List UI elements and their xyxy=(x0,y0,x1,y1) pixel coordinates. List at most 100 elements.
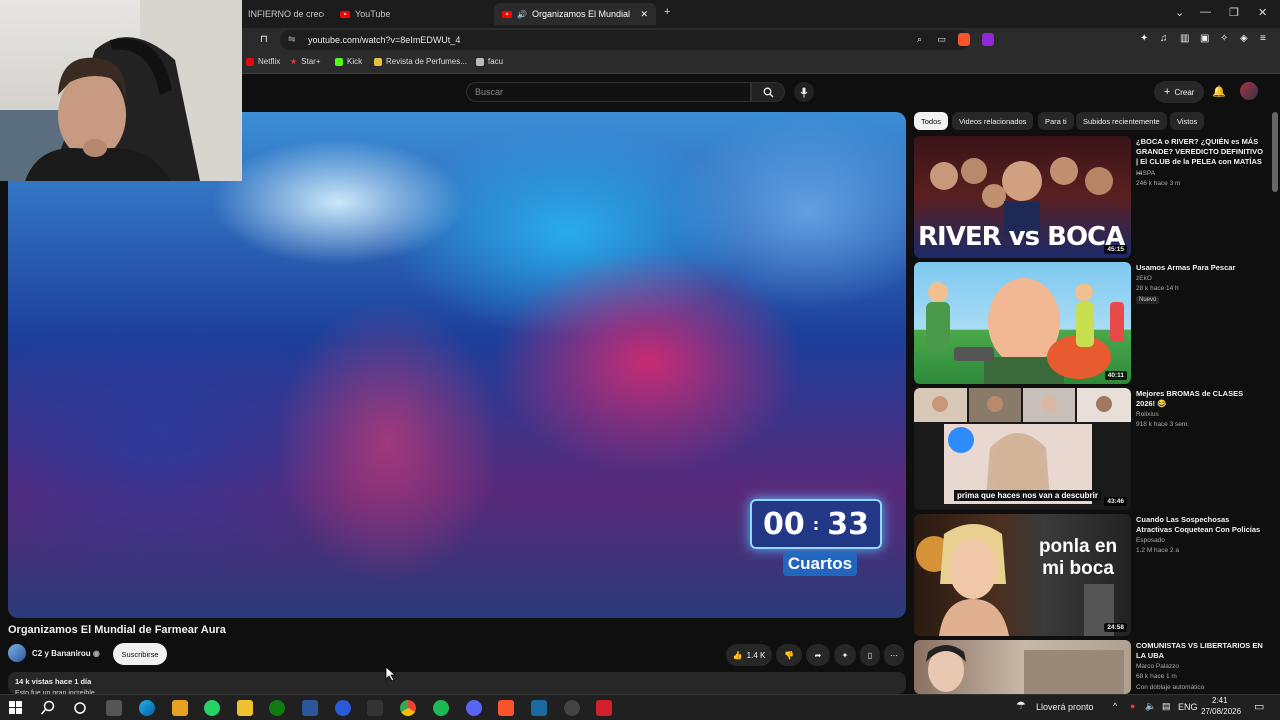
epic-games-icon[interactable] xyxy=(367,700,383,716)
gamepad-icon[interactable] xyxy=(106,700,122,716)
chrome-icon[interactable] xyxy=(400,700,416,716)
cortana-icon[interactable] xyxy=(73,701,87,715)
app-icon[interactable] xyxy=(596,700,612,716)
brave-shield-icon[interactable] xyxy=(958,33,970,46)
clock-time[interactable]: 2:41 xyxy=(1212,696,1228,705)
leo-icon[interactable]: ✧ xyxy=(1220,33,1228,44)
search-input[interactable]: Buscar xyxy=(466,82,751,102)
whatsapp-icon[interactable] xyxy=(204,700,220,716)
dislike-button[interactable]: 👎 xyxy=(776,644,802,666)
file-explorer-icon[interactable] xyxy=(237,700,253,716)
bookmark-icon[interactable]: ⊓ xyxy=(260,34,268,45)
sidebar-icon[interactable]: ▥ xyxy=(1180,33,1189,44)
weather-text[interactable]: Lloverá pronto xyxy=(1036,702,1094,712)
video-player[interactable]: 00 : 33 Cuartos xyxy=(8,112,906,618)
thumbnail-video-2[interactable]: 40:11 xyxy=(914,262,1131,384)
bookmark-kick[interactable]: Kick xyxy=(335,57,362,66)
input-language[interactable]: ENG xyxy=(1178,702,1198,712)
create-button[interactable]: + Crear xyxy=(1154,81,1205,103)
sidebar-video-title[interactable]: ¿BOCA o RIVER? ¿QUIÉN es MÁS GRANDE? VER… xyxy=(1136,137,1264,177)
duration-badge: 45:15 xyxy=(1104,245,1127,254)
extensions-icon[interactable]: ✦ xyxy=(1140,33,1148,44)
description-box[interactable]: 14 k vistas hace 1 día xyxy=(8,672,906,694)
bookmark-netflix[interactable]: Netflix xyxy=(246,57,280,66)
sidebar-video-channel[interactable]: HISPA xyxy=(1136,169,1155,179)
music-icon[interactable]: ♫ xyxy=(1160,33,1168,44)
like-button[interactable]: 👍 1.4 K xyxy=(726,644,772,666)
tray-chevron-icon[interactable]: ^ xyxy=(1113,701,1117,711)
windows-start-icon[interactable] xyxy=(9,701,23,715)
brave-icon[interactable] xyxy=(498,700,514,716)
bookmark-label: Star+ xyxy=(301,57,321,66)
sidebar-video-title[interactable]: Cuando Las Sospechosas Atractivas Coquet… xyxy=(1136,515,1264,535)
edge-icon[interactable] xyxy=(139,700,155,716)
close-icon[interactable]: ✕ xyxy=(640,9,648,20)
subscribe-button[interactable]: Suscribirse xyxy=(113,643,167,665)
menu-icon[interactable]: ≡ xyxy=(1260,33,1266,44)
network-icon[interactable]: ▤ xyxy=(1162,701,1171,712)
fl-studio-icon[interactable] xyxy=(172,700,188,716)
thumbnail-video-3[interactable]: prima que haces nos van a descubrir 43:4… xyxy=(914,388,1131,510)
share-button[interactable]: ➦ xyxy=(806,644,830,666)
obs-icon[interactable] xyxy=(564,700,580,716)
save-button[interactable]: ▯ xyxy=(860,644,880,666)
chip-watched[interactable]: Vistos xyxy=(1170,112,1205,130)
avatar[interactable] xyxy=(1240,82,1258,100)
search-button[interactable] xyxy=(751,82,785,102)
tab-active-video[interactable]: 🔊 Organizamos El Mundial de F ✕ xyxy=(494,3,656,25)
sidebar-video-channel[interactable]: Esposado xyxy=(1136,536,1165,546)
vpn-icon[interactable]: ◈ xyxy=(1240,33,1248,44)
spotify-icon[interactable] xyxy=(433,700,449,716)
tab-infierno[interactable]: INFIERNO de crecer e xyxy=(240,3,324,25)
notification-center-icon[interactable]: ▭ xyxy=(1254,700,1264,713)
new-tab-button[interactable]: + xyxy=(664,6,670,18)
sidebar-video-title[interactable]: Mejores BROMAS de CLASES 2026! 😂 xyxy=(1136,389,1264,409)
more-actions-button[interactable]: ⋯ xyxy=(884,644,904,666)
minimize-button[interactable]: — xyxy=(1200,6,1211,18)
brave-rewards-icon[interactable] xyxy=(982,33,994,46)
clock-date[interactable]: 27/08/2026 xyxy=(1201,707,1241,716)
duration-badge: 43:46 xyxy=(1104,497,1127,506)
chip-for-you[interactable]: Para ti xyxy=(1038,112,1074,130)
site-settings-icon[interactable]: ⇋ xyxy=(288,34,296,45)
sidebar-video-channel[interactable]: Rolixius xyxy=(1136,410,1159,420)
thumbnail-video-5[interactable] xyxy=(914,640,1131,694)
discord-icon[interactable] xyxy=(466,700,482,716)
voice-search-button[interactable] xyxy=(794,82,814,102)
weather-icon[interactable]: ☂ xyxy=(1016,699,1026,712)
sidebar-video-title[interactable]: COMUNISTAS VS LIBERTARIOS EN LA UBA xyxy=(1136,641,1264,661)
tab-list-icon[interactable]: ⌄ xyxy=(1175,6,1184,19)
chip-related[interactable]: Videos relacionados xyxy=(952,112,1034,130)
bookmark-starplus[interactable]: ★ Star+ xyxy=(290,57,321,66)
search-icon[interactable] xyxy=(40,700,56,716)
thumbnail-video-1[interactable]: RIVER vs BOCA 45:15 xyxy=(914,136,1131,258)
bookmark-facu[interactable]: facu xyxy=(476,57,503,66)
ea-app-icon[interactable] xyxy=(335,700,351,716)
sidebar-video-channel[interactable]: Marco Palazzo xyxy=(1136,662,1179,672)
ask-ai-button[interactable]: ✦ xyxy=(834,644,856,666)
wallet-icon[interactable]: ▣ xyxy=(1200,33,1209,44)
share-icon: ➦ xyxy=(814,650,822,660)
bookmark-revista[interactable]: Revista de Perfumes... xyxy=(374,57,467,66)
channel-name[interactable]: C2 y Bananirou ◉ xyxy=(32,649,100,658)
mic-muted-icon[interactable]: ● xyxy=(1130,701,1135,711)
youtube-icon xyxy=(502,10,512,18)
sidebar-video-channel[interactable]: zEkO xyxy=(1136,274,1152,284)
volume-icon[interactable]: 🔈 xyxy=(1145,701,1156,712)
channel-avatar[interactable] xyxy=(8,644,26,662)
thumbnail-video-4[interactable]: ponla en mi boca 24:58 xyxy=(914,514,1131,636)
sidebar-video-title[interactable]: Usamos Armas Para Pescar xyxy=(1136,263,1264,273)
chip-recent[interactable]: Subidos recientemente xyxy=(1076,112,1167,130)
maximize-button[interactable]: ❐ xyxy=(1229,6,1239,19)
word-icon[interactable] xyxy=(302,700,318,716)
tab-youtube[interactable]: YouTube xyxy=(332,3,482,25)
chip-all[interactable]: Todos xyxy=(914,112,949,130)
notifications-bell-icon[interactable]: 🔔 xyxy=(1212,85,1226,98)
zoom-icon[interactable]: ⌕ xyxy=(917,34,922,45)
steam-icon[interactable] xyxy=(531,700,547,716)
xbox-icon[interactable] xyxy=(269,700,285,716)
url-field[interactable]: ⇋ youtube.com/watch?v=8eImEDWUt_4 ⌕ ▭ xyxy=(280,30,970,50)
cast-icon[interactable]: ▭ xyxy=(937,34,946,45)
close-window-button[interactable]: ✕ xyxy=(1258,6,1267,19)
scrollbar-thumb[interactable] xyxy=(1272,112,1278,192)
